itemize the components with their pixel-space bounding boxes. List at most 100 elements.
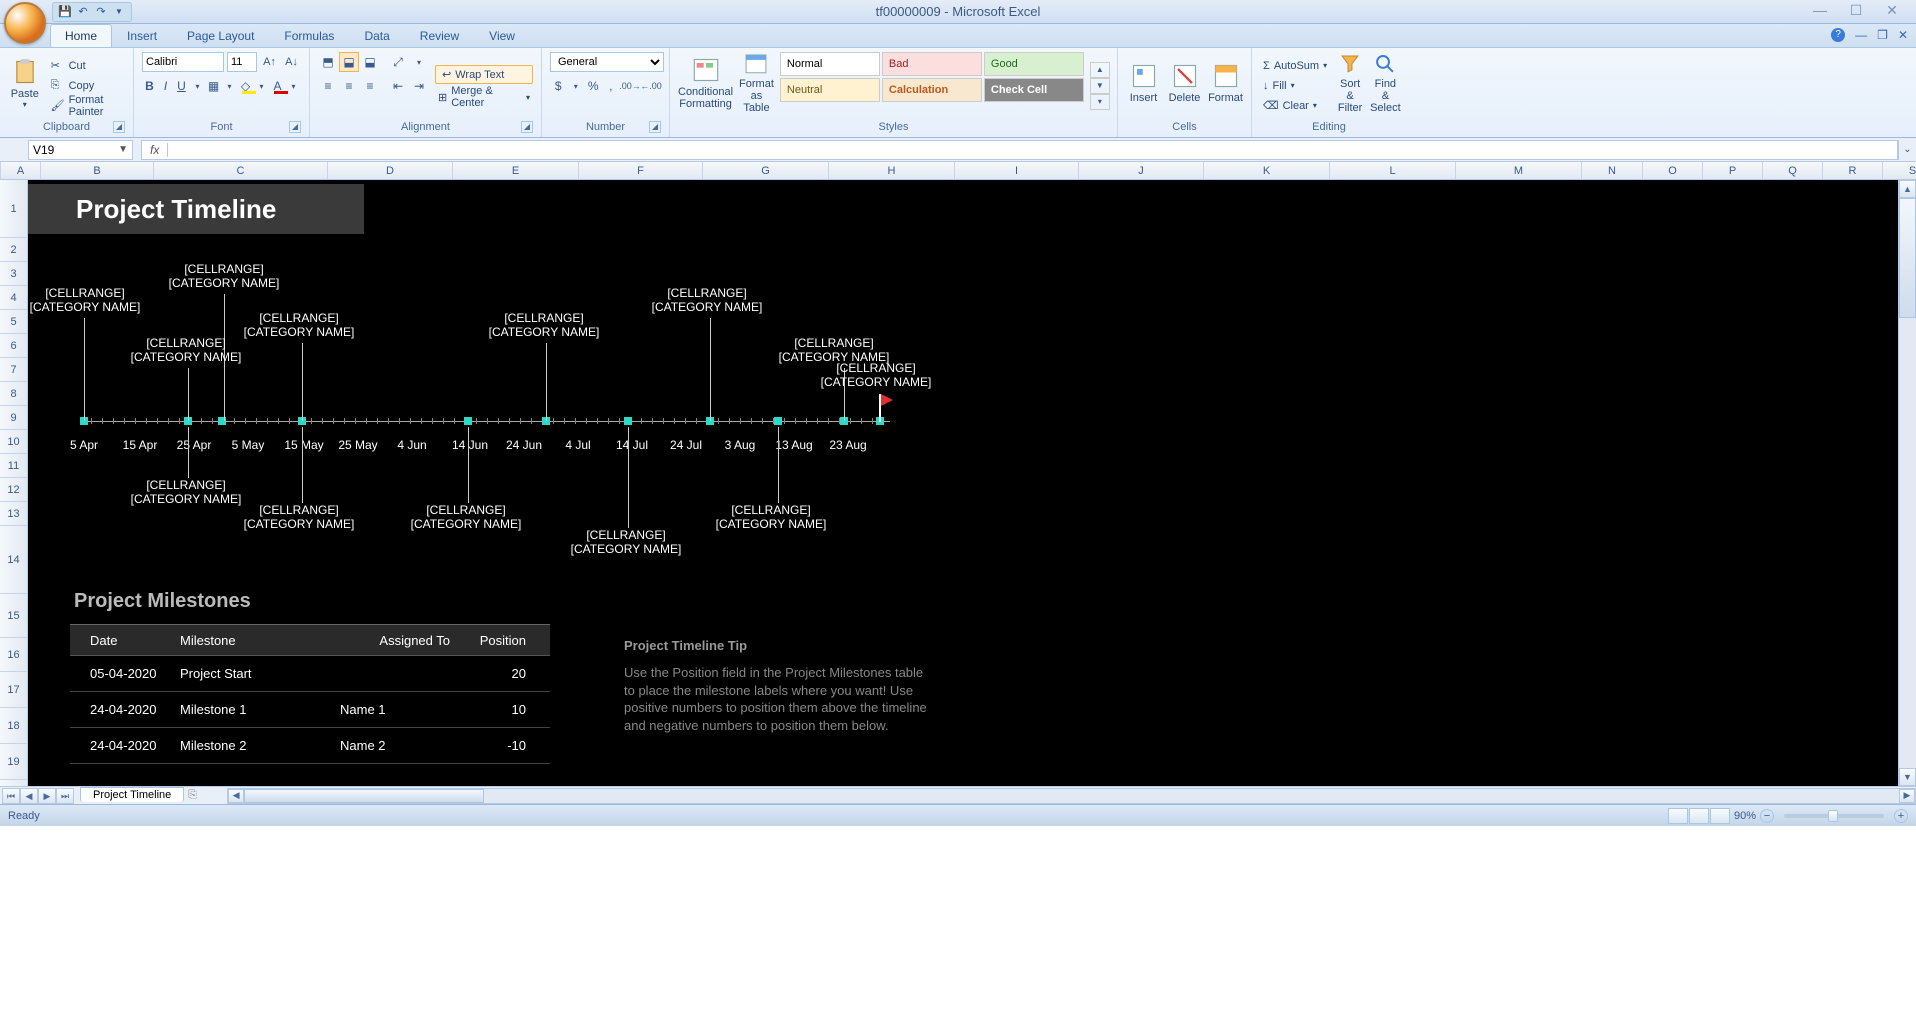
styles-more-icon[interactable]: ▾ [1090,94,1110,110]
wrap-text-button[interactable]: ↩Wrap Text [435,65,533,84]
row-header-9[interactable]: 9 [0,406,27,430]
row-header-1[interactable]: 1 [0,180,27,238]
align-middle-icon[interactable]: ⬓ [339,52,359,72]
row-header-16[interactable]: 16 [0,638,27,672]
minimize-ribbon-icon[interactable]: — [1855,28,1867,42]
column-header-I[interactable]: I [955,162,1079,179]
tab-review[interactable]: Review [405,24,474,47]
delete-cells-button[interactable]: Delete [1167,52,1202,114]
row-header-5[interactable]: 5 [0,310,27,334]
help-icon[interactable]: ? [1831,28,1845,42]
vscroll-track[interactable] [1899,198,1916,768]
last-tab-icon[interactable]: ⏭ [56,788,74,804]
style-good[interactable]: Good [984,52,1084,76]
row-header-12[interactable]: 12 [0,478,27,502]
row-header-3[interactable]: 3 [0,262,27,286]
column-header-K[interactable]: K [1204,162,1330,179]
cell-date[interactable]: 24-04-2020 [70,702,180,717]
merge-center-button[interactable]: ⊞Merge & Center▾ [435,88,533,106]
cell-assigned[interactable]: Name 2 [340,738,460,753]
column-header-M[interactable]: M [1456,162,1582,179]
cell-milestone[interactable]: Milestone 2 [180,738,340,753]
shrink-font-icon[interactable]: A↓ [282,52,301,72]
sort-filter-button[interactable]: Sort & Filter [1336,52,1364,114]
column-header-L[interactable]: L [1330,162,1456,179]
font-dialog-launcher[interactable]: ◢ [289,121,301,133]
hscroll-thumb[interactable] [244,789,484,803]
column-header-B[interactable]: B [41,162,154,179]
column-header-F[interactable]: F [579,162,703,179]
row-header-17[interactable]: 17 [0,672,27,708]
column-header-R[interactable]: R [1823,162,1883,179]
font-size-combo[interactable] [227,52,257,72]
row-header-19[interactable]: 19 [0,744,27,780]
horizontal-scrollbar[interactable]: ◀ ▶ [227,788,1916,804]
name-box[interactable]: V19▼ [28,140,133,160]
row-header-10[interactable]: 10 [0,430,27,454]
copy-button[interactable]: ⎘Copy [48,77,125,95]
zoom-out-icon[interactable]: − [1760,809,1774,823]
comma-format-icon[interactable]: , [603,76,620,96]
row-header-13[interactable]: 13 [0,502,27,526]
next-tab-icon[interactable]: ▶ [38,788,56,804]
column-header-E[interactable]: E [453,162,579,179]
clear-button[interactable]: ⌫Clear▾ [1260,97,1330,115]
align-top-icon[interactable]: ⬒ [318,52,338,72]
row-header-4[interactable]: 4 [0,286,27,310]
align-bottom-icon[interactable]: ⬓ [360,52,380,72]
number-format-combo[interactable]: General [550,52,664,72]
close-button[interactable]: ✕ [1880,2,1904,20]
tab-formulas[interactable]: Formulas [269,24,349,47]
cell-assigned[interactable]: Name 1 [340,702,460,717]
cell-position[interactable]: 10 [460,702,540,717]
column-header-A[interactable]: A [1,162,41,179]
font-color-dropdown[interactable]: ▾ [286,76,301,96]
formula-bar-expand[interactable]: ⌄ [1898,140,1916,160]
number-dialog-launcher[interactable]: ◢ [649,121,661,133]
underline-dropdown[interactable]: ▾ [190,76,205,96]
scroll-right-icon[interactable]: ▶ [1899,789,1915,803]
first-tab-icon[interactable]: ⏮ [2,788,20,804]
office-button[interactable] [4,2,46,44]
column-header-H[interactable]: H [829,162,955,179]
alignment-dialog-launcher[interactable]: ◢ [521,121,533,133]
cell-styles-gallery[interactable]: Normal Bad Good Neutral Calculation Chec… [780,52,1084,119]
accounting-format-icon[interactable]: $ [550,76,567,96]
row-header-11[interactable]: 11 [0,454,27,478]
increase-indent-icon[interactable]: ⇥ [409,76,429,96]
scroll-up-icon[interactable]: ▲ [1899,180,1916,198]
font-color-button[interactable]: A [270,76,285,96]
style-check-cell[interactable]: Check Cell [984,78,1084,102]
save-icon[interactable]: 💾 [57,4,73,20]
clipboard-dialog-launcher[interactable]: ◢ [113,121,125,133]
grow-font-icon[interactable]: A↑ [260,52,279,72]
style-normal[interactable]: Normal [780,52,880,76]
formula-input[interactable] [168,143,1897,157]
tab-home[interactable]: Home [50,24,112,47]
redo-icon[interactable]: ↷ [93,4,109,20]
tab-data[interactable]: Data [349,24,404,47]
row-header-8[interactable]: 8 [0,382,27,406]
column-header-Q[interactable]: Q [1763,162,1823,179]
zoom-in-icon[interactable]: + [1894,809,1908,823]
fill-dropdown[interactable]: ▾ [254,76,269,96]
insert-cells-button[interactable]: Insert [1126,52,1161,114]
scroll-down-icon[interactable]: ▼ [1899,768,1916,786]
column-header-J[interactable]: J [1079,162,1204,179]
column-header-G[interactable]: G [703,162,829,179]
style-bad[interactable]: Bad [882,52,982,76]
new-sheet-icon[interactable]: ⎘ [188,789,197,802]
table-row[interactable]: 24-04-2020Milestone 2Name 2-10 [70,728,550,764]
row-header-6[interactable]: 6 [0,334,27,358]
fx-icon[interactable]: fx [142,143,168,157]
row-header-15[interactable]: 15 [0,594,27,638]
row-header-14[interactable]: 14 [0,526,27,594]
column-header-O[interactable]: O [1643,162,1703,179]
close-workbook-icon[interactable]: ✕ [1898,28,1908,42]
maximize-button[interactable]: ☐ [1844,2,1868,20]
decrease-indent-icon[interactable]: ⇤ [388,76,408,96]
accounting-dropdown[interactable]: ▾ [568,76,585,96]
cell-milestone[interactable]: Project Start [180,666,340,681]
minimize-button[interactable]: — [1808,2,1832,20]
orientation-icon[interactable]: ⤢ [388,52,408,72]
